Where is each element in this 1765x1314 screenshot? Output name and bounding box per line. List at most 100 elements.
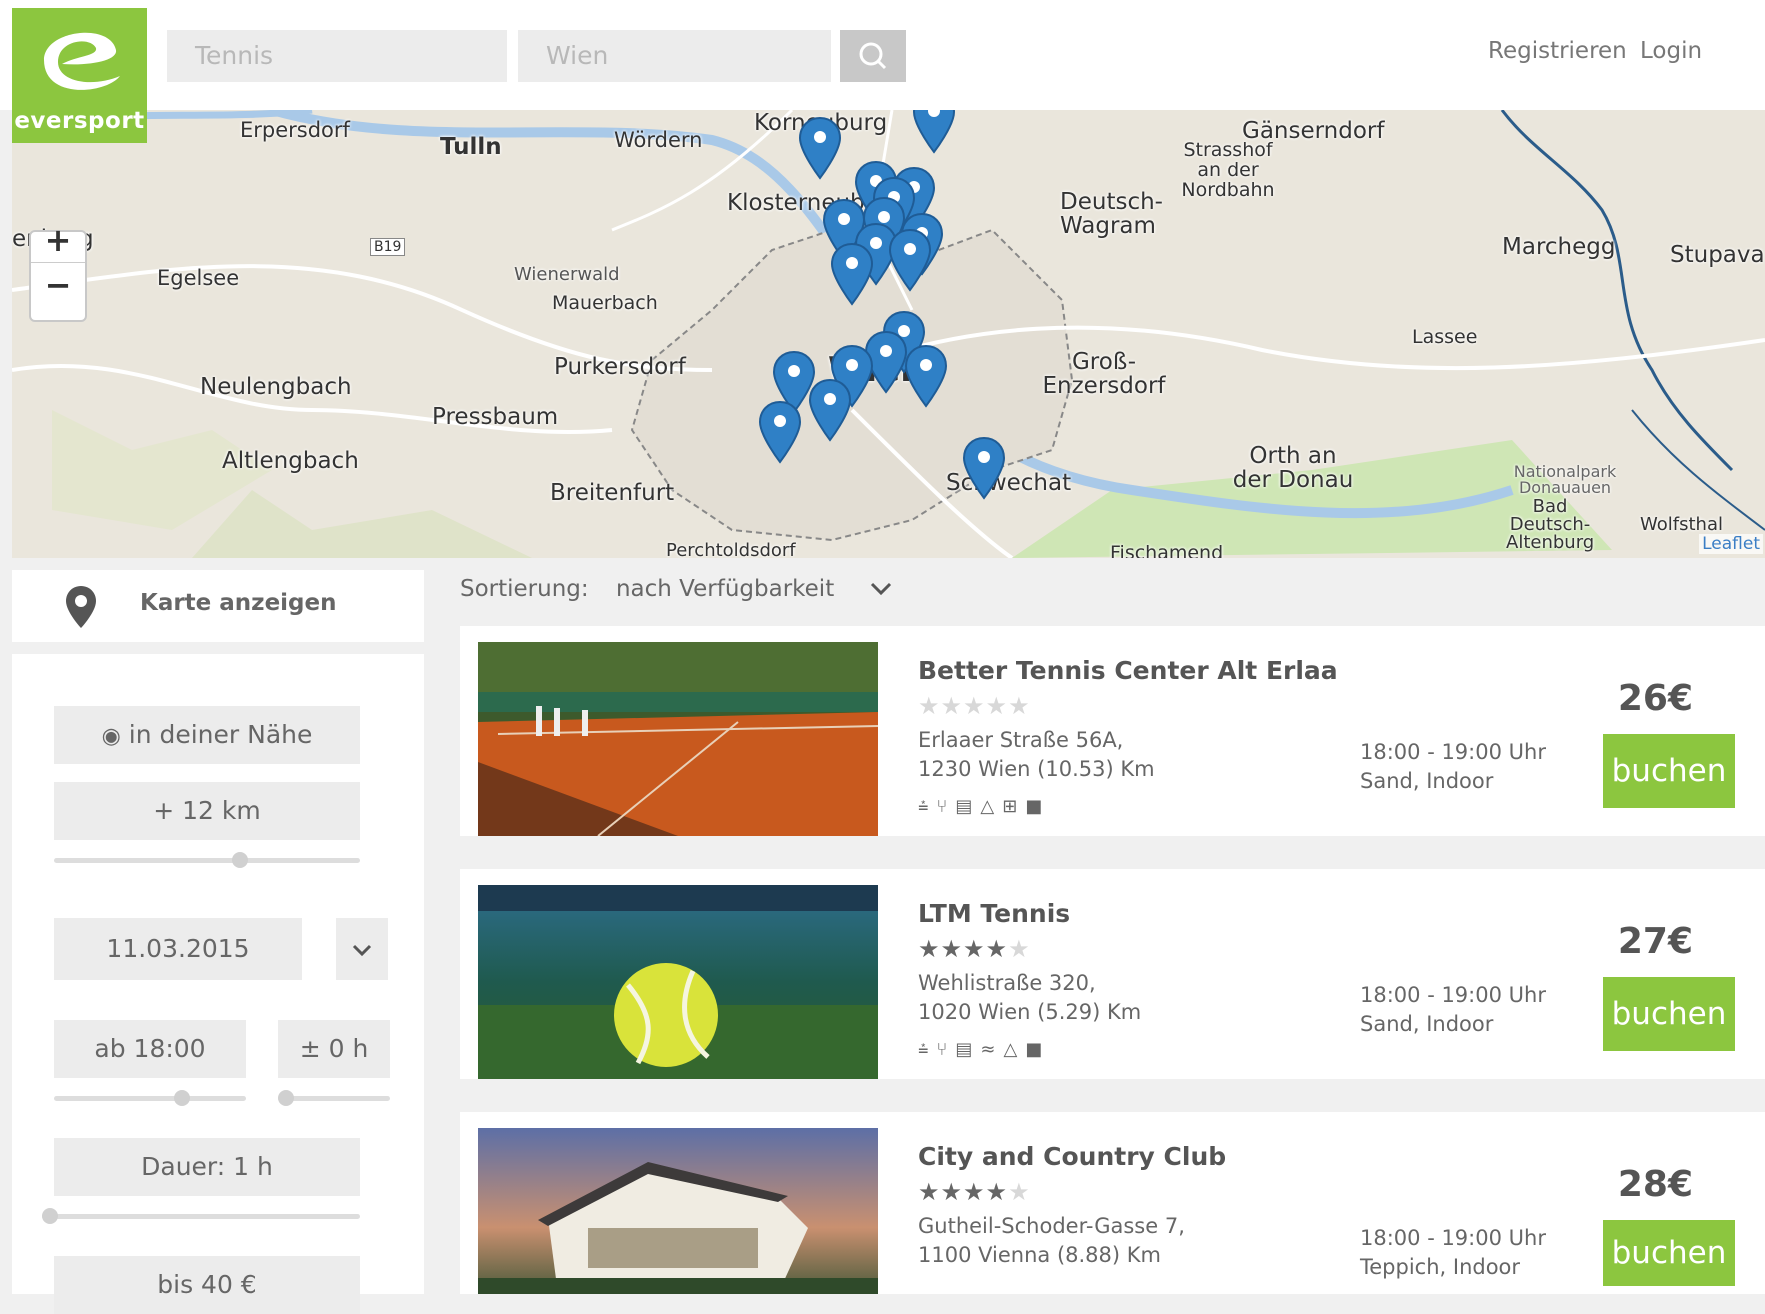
star-icon: ★ [1008, 935, 1031, 963]
duration-slider-handle[interactable] [42, 1208, 58, 1224]
map-label: Bad Deutsch-Altenburg [1506, 496, 1595, 553]
book-button[interactable]: buchen [1603, 977, 1735, 1051]
shop-icon: ▤ [955, 1039, 981, 1060]
address-line: Gutheil-Schoder-Gasse 7, [918, 1214, 1185, 1238]
price: 26€ [1617, 678, 1693, 719]
venue-name[interactable]: City and Country Club [918, 1142, 1226, 1171]
register-link[interactable]: Registrieren [1488, 38, 1627, 64]
map-marker-icon[interactable] [808, 378, 852, 442]
star-icon: ★ [985, 1178, 1009, 1206]
venue-photo[interactable] [478, 1128, 878, 1294]
restaurant-icon: ⑂ [936, 1039, 956, 1060]
show-map-toggle[interactable]: Karte anzeigen [12, 570, 424, 642]
map-label: Mauerbach [552, 292, 658, 314]
time-range: 18:00 - 19:00 Uhr [1360, 1226, 1546, 1250]
address-distance: 1230 Wien (10.53) Km [918, 757, 1155, 781]
sport-input[interactable]: Tennis [167, 30, 507, 82]
shower-icon: ⩮ [918, 1039, 937, 1060]
login-link[interactable]: Login [1640, 38, 1702, 64]
sort-value: nach Verfügbarkeit [615, 576, 835, 602]
map-marker-icon[interactable] [798, 116, 842, 180]
star-icon: ★ [985, 935, 1009, 963]
map-marker-icon[interactable] [888, 228, 932, 292]
shower-icon: ⩮ [918, 796, 937, 817]
parking-car-icon: ■ [1025, 796, 1051, 817]
map-label: Lassee [1412, 326, 1478, 348]
logo-text: eversport [14, 108, 145, 134]
date-dropdown-button[interactable] [336, 918, 388, 980]
leaflet-attribution-link[interactable]: Leaflet [1699, 534, 1763, 554]
star-icon: ★ [940, 935, 964, 963]
city-input[interactable]: Wien [518, 30, 831, 82]
zoom-in-button[interactable]: + [31, 218, 85, 263]
time-slot: 18:00 - 19:00 Uhr Teppich, Indoor [1360, 1224, 1546, 1282]
result-card[interactable]: LTM Tennis ★★★★★ Wehlistraße 320, 1020 W… [460, 869, 1765, 1079]
sauna-icon: ≈ [980, 1039, 1004, 1060]
distance-slider-handle[interactable] [232, 852, 248, 868]
map-label: Fischamend [1110, 542, 1224, 558]
map-marker-icon[interactable] [904, 344, 948, 408]
time-tolerance-value: ± 0 h [278, 1020, 390, 1078]
venue-name[interactable]: Better Tennis Center Alt Erlaa [918, 656, 1338, 685]
map-marker-icon[interactable] [962, 436, 1006, 500]
book-button[interactable]: buchen [1603, 1220, 1735, 1286]
duration-slider[interactable] [42, 1208, 360, 1224]
venue-address: Erlaaer Straße 56A, 1230 Wien (10.53) Km [918, 726, 1155, 784]
address-distance: 1100 Vienna (8.88) Km [918, 1243, 1161, 1267]
search-button[interactable] [840, 30, 906, 82]
distance-slider[interactable] [54, 852, 360, 868]
time-from-slider[interactable] [54, 1090, 246, 1106]
address-line: Wehlistraße 320, [918, 971, 1096, 995]
map-marker-icon[interactable] [758, 400, 802, 464]
amenities: ⩮⑂▤△⊞■ [918, 796, 1050, 817]
map-label: Strasshof an der Nordbahn [1181, 139, 1275, 201]
time-tolerance-slider-handle[interactable] [278, 1090, 294, 1106]
filter-sidebar: ◉ in deiner Nähe suchen + 12 km 11.03.20… [12, 654, 424, 1314]
map-label: Nationalpark Donauauen [1513, 462, 1617, 497]
map-marker-icon[interactable] [912, 110, 956, 154]
star-icon: ★ [918, 1178, 941, 1206]
shop-icon: ▤ [955, 796, 981, 817]
restaurant-icon: ⑂ [936, 796, 956, 817]
court-surface: Sand, Indoor [1360, 1012, 1494, 1036]
book-button[interactable]: buchen [1603, 734, 1735, 808]
map-marker-icon[interactable] [830, 242, 874, 306]
venue-photo[interactable] [478, 642, 878, 836]
map-label: Marchegg [1502, 234, 1616, 260]
venue-name[interactable]: LTM Tennis [918, 899, 1070, 928]
chevron-down-icon [870, 582, 891, 596]
date-field[interactable]: 11.03.2015 [54, 918, 302, 980]
sort-bar: Sortierung: nach Verfügbarkeit [460, 576, 892, 602]
map-label: Neulengbach [200, 374, 352, 400]
map-label: Wienerwald [514, 264, 620, 285]
eversport-logo[interactable]: eversport [12, 8, 147, 143]
logo-mark-icon [44, 32, 120, 90]
sort-select[interactable]: nach Verfügbarkeit [616, 576, 892, 602]
result-card[interactable]: City and Country Club ★★★★★ Gutheil-Scho… [460, 1112, 1765, 1294]
address-distance: 1020 Wien (5.29) Km [918, 1000, 1142, 1024]
top-header: Tennis Wien Registrieren Login [0, 0, 1765, 110]
map-label: Egelsee [157, 266, 240, 290]
distance-value: + 12 km [54, 782, 360, 840]
time-tolerance-slider[interactable] [278, 1090, 390, 1106]
star-rating: ★★★★★ [918, 1178, 1031, 1206]
star-icon: ★ [1008, 692, 1031, 720]
parking-car-icon: ■ [1025, 1039, 1051, 1060]
venue-address: Gutheil-Schoder-Gasse 7, 1100 Vienna (8.… [918, 1212, 1185, 1270]
map-label: Deutsch-Wagram [1060, 189, 1163, 239]
map-road-label: B19 [370, 238, 406, 256]
camping-icon: △ [1003, 1039, 1026, 1060]
venue-address: Wehlistraße 320, 1020 Wien (5.29) Km [918, 969, 1141, 1027]
zoom-out-button[interactable]: − [31, 263, 85, 307]
time-from-slider-handle[interactable] [174, 1090, 190, 1106]
star-icon: ★ [963, 1178, 986, 1206]
map-label: Altlengbach [222, 448, 359, 474]
map-view[interactable]: + − Erpersdorf Tulln Wördern Korneuburg … [12, 110, 1765, 558]
map-label: Perchtoldsdorf [666, 540, 796, 558]
venue-photo[interactable] [478, 885, 878, 1079]
result-card[interactable]: Better Tennis Center Alt Erlaa ★★★★★ Erl… [460, 626, 1765, 836]
nearby-search-button[interactable]: ◉ in deiner Nähe suchen [54, 706, 360, 809]
star-icon: ★ [1008, 1178, 1031, 1206]
court-surface: Teppich, Indoor [1360, 1255, 1521, 1279]
star-rating: ★★★★★ [918, 692, 1031, 720]
